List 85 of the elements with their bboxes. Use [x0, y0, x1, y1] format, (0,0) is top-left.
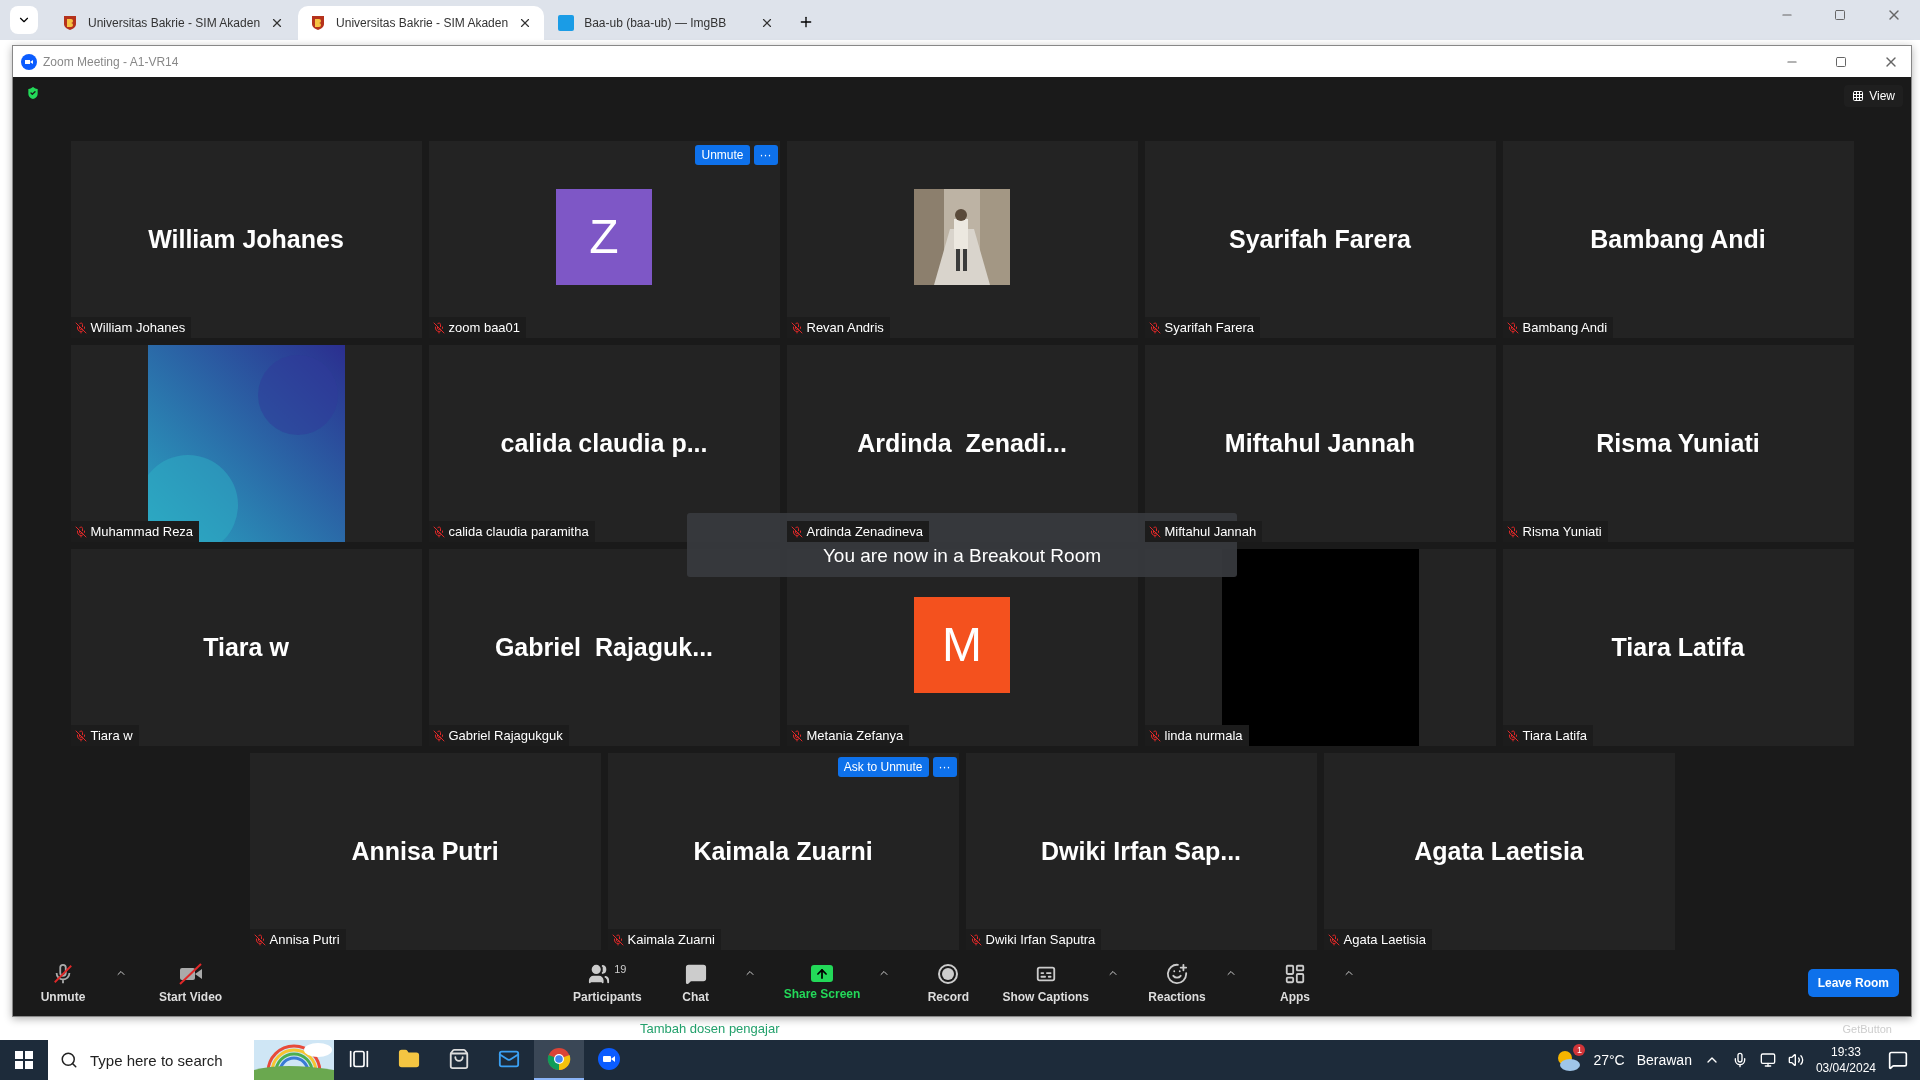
participant-name: Agata Laetisia [1414, 837, 1584, 866]
participant-name: Ardinda Zenadi... [857, 429, 1067, 458]
share-screen-icon [811, 965, 833, 982]
toolbar-button[interactable]: Chat [665, 962, 726, 1004]
name-label: Miftahul Jannah [1144, 521, 1263, 542]
name-label: Tiara Latifa [1502, 725, 1594, 746]
mail-icon [498, 1048, 520, 1070]
name-label: Dwiki Irfan Saputra [965, 929, 1102, 950]
participant-name: Bambang Andi [1590, 225, 1766, 254]
toolbar-button[interactable]: Show Captions [1002, 962, 1090, 1004]
name-label: Bambang Andi [1502, 317, 1614, 338]
more-button[interactable]: ··· [932, 757, 957, 777]
toolbar-button[interactable]: Apps [1265, 962, 1326, 1004]
network-icon[interactable] [1759, 1052, 1776, 1068]
volume-icon[interactable] [1787, 1052, 1804, 1068]
shield-icon [62, 15, 78, 31]
name-label: Agata Laetisia [1323, 929, 1432, 950]
participant-name: Gabriel Rajaguk... [494, 633, 714, 662]
grid-icon [1852, 90, 1865, 102]
store-icon [448, 1048, 470, 1070]
folder-icon [398, 1048, 420, 1070]
toolbar-button[interactable]: Reactions [1147, 962, 1208, 1004]
participant-name: calida claudia p... [500, 429, 708, 458]
window-title: Zoom Meeting - A1-VR14 [43, 54, 179, 69]
name-label: linda nurmala [1144, 725, 1249, 746]
participant-name: Miftahul Jannah [1224, 429, 1416, 458]
participant-name: Risma Yuniati [1596, 429, 1760, 458]
shield-icon [310, 15, 327, 31]
unmute-button[interactable]: Unmute [695, 145, 750, 165]
maximize-icon[interactable] [1835, 55, 1847, 68]
participant-name: Kaimala Zuarni [693, 837, 873, 866]
name-label: Syarifah Farera [1144, 317, 1261, 338]
notifications-icon[interactable] [1888, 1050, 1908, 1070]
participants-icon [588, 962, 611, 985]
name-label: zoom baa01 [428, 317, 527, 338]
task-view-icon [349, 1049, 369, 1069]
restore-icon[interactable] [1834, 9, 1846, 21]
toolbar-button[interactable]: 19 Participants [572, 962, 642, 1004]
view-button[interactable]: View [1844, 85, 1903, 107]
clock[interactable]: 19:33 03/04/2024 [1815, 1044, 1876, 1076]
name-label: Revan Andris [786, 317, 890, 338]
reactions-icon [1166, 962, 1189, 985]
temperature: 27°C [1593, 1052, 1625, 1068]
participant-name: Tiara w [203, 633, 289, 662]
windows-logo-icon [15, 1051, 33, 1069]
toolbar-button[interactable]: Record [918, 962, 979, 1004]
weather-condition: Berawan [1636, 1052, 1692, 1068]
avatar: M [914, 596, 1010, 693]
zoom-logo-icon [21, 53, 37, 70]
toolbar-button[interactable]: Unmute [33, 962, 93, 1004]
browser-tab[interactable]: Baa-ub (baa-ub) — ImgBB [546, 6, 787, 40]
mic-off-icon [52, 962, 74, 985]
participant-name: Annisa Putri [351, 837, 499, 866]
unmute-button[interactable]: Ask to Unmute [837, 757, 929, 777]
participant-name: William Johanes [148, 225, 344, 254]
search-bar[interactable]: Type here to search [48, 1040, 334, 1080]
name-label: Risma Yuniati [1502, 521, 1608, 542]
name-label: Metania Zefanya [786, 725, 910, 746]
record-icon [937, 962, 960, 985]
more-button[interactable]: ··· [753, 145, 778, 165]
participant-name: Tiara Latifa [1611, 633, 1745, 662]
video-off-icon [177, 962, 204, 985]
name-label: Gabriel Rajagukguk [428, 725, 569, 746]
shield-icon [25, 85, 41, 101]
app-icon [558, 15, 575, 31]
browser-tab[interactable]: Universitas Bakrie - SIM Akaden [298, 6, 545, 40]
chrome-icon [547, 1047, 571, 1071]
name-label: Ardinda Zenadineva [786, 521, 929, 542]
name-label: Kaimala Zuarni [607, 929, 721, 950]
name-label: Tiara w [70, 725, 139, 746]
participant-name: Syarifah Farera [1228, 225, 1411, 254]
name-label: Annisa Putri [249, 929, 346, 950]
chat-icon [684, 962, 707, 985]
name-label: calida claudia paramitha [428, 521, 595, 542]
avatar: Z [556, 188, 652, 285]
zoom-icon [597, 1047, 621, 1071]
name-label: Muhammad Reza [70, 521, 200, 542]
toolbar-button[interactable]: Start Video [159, 962, 223, 1004]
name-label: William Johanes [70, 317, 192, 338]
leave-room-button[interactable]: Leave Room [1807, 969, 1899, 997]
apps-icon [1284, 962, 1307, 985]
participant-name: Dwiki Irfan Sap... [1040, 837, 1242, 866]
browser-tab[interactable]: Universitas Bakrie - SIM Akaden [50, 6, 297, 40]
toolbar-button[interactable]: Share Screen [783, 965, 861, 1001]
search-icon [60, 1051, 78, 1069]
